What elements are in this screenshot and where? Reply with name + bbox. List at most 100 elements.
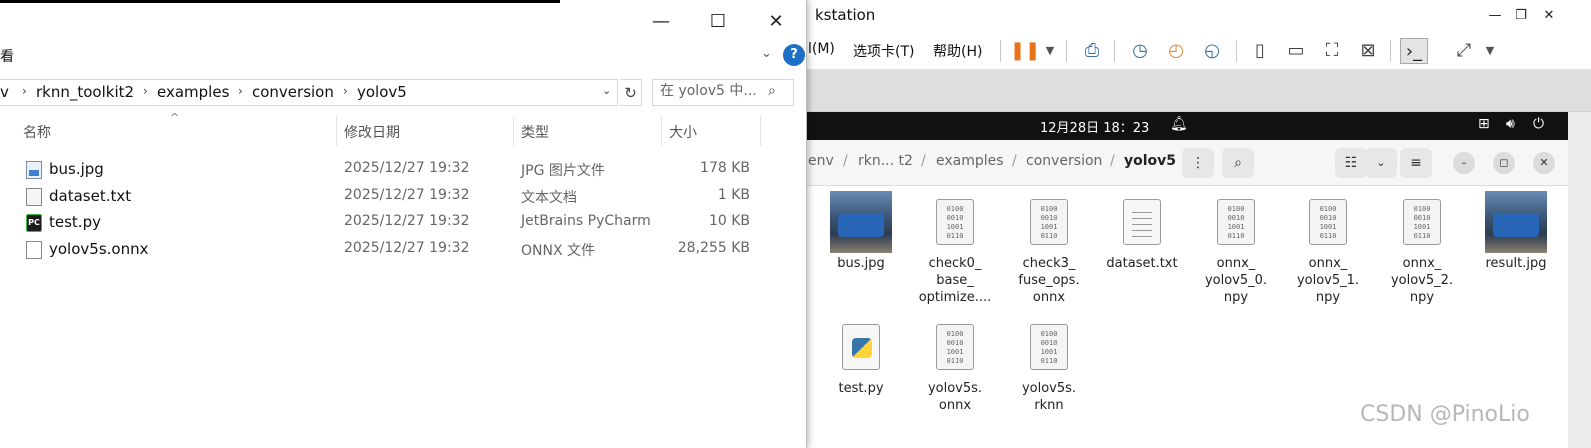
file-item[interactable]: 0100 0010 1001 0110 check3_ fuse_ops. onnx: [1004, 191, 1094, 306]
stretch-guest-icon[interactable]: ⤢: [1450, 38, 1478, 64]
revert-snapshot-icon[interactable]: ◴: [1162, 38, 1190, 64]
file-name-line: base_: [936, 273, 974, 288]
crumb-separator: /: [1012, 153, 1017, 169]
file-item[interactable]: 0100 0010 1001 0110 onnx_ yolov5_0. npy: [1191, 191, 1281, 306]
unity-mode-icon[interactable]: ⊠: [1354, 38, 1382, 64]
binary-glyph-line: 0010: [1319, 214, 1337, 222]
list-view-icon[interactable]: ☷: [1335, 148, 1367, 178]
file-name-line: onnx_: [1402, 256, 1442, 271]
vm-menu-view[interactable]: l(M): [808, 41, 835, 57]
address-crumb-conversion[interactable]: conversion: [252, 83, 334, 101]
column-divider[interactable]: [760, 116, 761, 146]
path-menu-icon[interactable]: ⋮: [1182, 148, 1214, 178]
power-icon[interactable]: ⏻: [1533, 116, 1544, 132]
chevron-right-icon[interactable]: ›: [22, 84, 27, 98]
file-size: 28,255 KB: [677, 239, 750, 256]
address-crumb-examples[interactable]: examples: [157, 83, 229, 101]
vm-menu-help[interactable]: 帮助(H): [933, 41, 982, 61]
ubuntu-clock[interactable]: 12月28日 18：23: [1040, 117, 1149, 136]
file-item[interactable]: bus.jpg: [816, 191, 906, 272]
binary-glyph-line: 0010: [1040, 339, 1058, 347]
binary-glyph-line: 0010: [1040, 214, 1058, 222]
file-size: 1 KB: [717, 186, 750, 203]
file-item[interactable]: 0100 0010 1001 0110 yolov5s. onnx: [910, 316, 1000, 414]
chevron-right-icon[interactable]: ›: [143, 84, 148, 98]
search-input[interactable]: [660, 83, 764, 99]
naut-search-icon[interactable]: ⌕: [1222, 148, 1254, 178]
address-crumb-env[interactable]: v: [0, 83, 9, 101]
file-item[interactable]: 0100 0010 1001 0110 onnx_ yolov5_1. npy: [1283, 191, 1373, 306]
chevron-right-icon[interactable]: ›: [343, 84, 348, 98]
sidebar-toggle-icon[interactable]: ▯: [1246, 38, 1274, 64]
file-item[interactable]: 0100 0010 1001 0110 yolov5s. rknn: [1004, 316, 1094, 414]
naut-close-icon[interactable]: ✕: [1533, 152, 1555, 174]
file-date: 2025/12/27 19:32: [344, 186, 470, 203]
crumb-separator: /: [843, 153, 848, 169]
pause-icon[interactable]: ❚❚: [1010, 38, 1040, 64]
binary-file-icon: 0100 0010 1001 0110: [1309, 199, 1347, 245]
column-divider[interactable]: [661, 116, 662, 146]
naut-minimize-icon[interactable]: –: [1453, 152, 1475, 174]
network-icon[interactable]: ⊞: [1478, 116, 1490, 132]
search-icon[interactable]: ⌕: [768, 83, 776, 99]
vm-menu-tabs[interactable]: 选项卡(T): [853, 41, 914, 61]
file-type: JPG 图片文件: [521, 163, 605, 179]
file-thumbnail: [830, 316, 892, 378]
naut-crumb-examples[interactable]: examples: [936, 153, 1004, 169]
column-header-name[interactable]: 名称: [23, 122, 51, 142]
naut-crumb-conversion[interactable]: conversion: [1026, 153, 1102, 169]
send-ctrl-alt-del-icon[interactable]: ⎙: [1078, 38, 1106, 64]
toolbar-separator: [1236, 40, 1237, 62]
naut-maximize-icon[interactable]: ◻: [1493, 152, 1515, 174]
binary-glyph-line: 1001: [1040, 223, 1058, 231]
ribbon-expand-chevron-icon[interactable]: ⌄: [761, 46, 772, 61]
vm-restore-icon[interactable]: ❐: [1506, 4, 1536, 28]
file-item[interactable]: 0100 0010 1001 0110 check0_ base_ optimize....: [910, 191, 1000, 306]
file-item[interactable]: result.jpg: [1471, 191, 1561, 272]
naut-crumb-yolov5[interactable]: yolov5: [1124, 153, 1176, 169]
file-name-line: npy: [1223, 290, 1249, 305]
file-name-line: onnx: [1032, 290, 1066, 305]
file-name-line: check3_: [1022, 256, 1076, 271]
file-date: 2025/12/27 19:32: [344, 160, 470, 176]
binary-glyph-line: 0100: [946, 330, 964, 338]
refresh-icon[interactable]: ↻: [620, 79, 642, 106]
explorer-window: — ☐ ✕ 看 ⌄ ? v › rknn_toolkit2 › examples…: [0, 0, 807, 448]
column-divider[interactable]: [513, 116, 514, 146]
address-history-dropdown-icon[interactable]: ⌄: [602, 84, 611, 97]
file-name-line: npy: [1409, 290, 1435, 305]
file-date: 2025/12/27 19:32: [344, 213, 470, 229]
thumbnail-bar-icon[interactable]: ▭: [1282, 38, 1310, 64]
stretch-dropdown-icon[interactable]: ▼: [1476, 38, 1504, 64]
close-icon[interactable]: ✕: [756, 8, 796, 36]
snapshot-manager-icon[interactable]: ◵: [1198, 38, 1226, 64]
help-icon[interactable]: ?: [783, 44, 805, 66]
address-crumb-rknn-toolkit2[interactable]: rknn_toolkit2: [36, 83, 134, 101]
binary-file-icon: 0100 0010 1001 0110: [1030, 324, 1068, 370]
column-divider[interactable]: [336, 116, 337, 146]
file-thumbnail: 0100 0010 1001 0110: [924, 316, 986, 378]
view-options-chevron-icon[interactable]: ⌄: [1365, 148, 1397, 178]
column-header-type[interactable]: 类型: [521, 122, 549, 142]
naut-crumb-toolkit[interactable]: rkn... t2: [858, 153, 913, 169]
fullscreen-icon[interactable]: ⛶: [1318, 38, 1346, 64]
vm-close-icon[interactable]: ✕: [1534, 4, 1564, 28]
volume-icon[interactable]: 🔊︎: [1506, 116, 1515, 132]
ribbon-tab-view[interactable]: 看: [0, 46, 14, 66]
notification-bell-icon[interactable]: 🔔︎: [1170, 116, 1188, 132]
file-item[interactable]: dataset.txt: [1097, 191, 1187, 272]
column-header-date[interactable]: 修改日期: [344, 122, 400, 142]
maximize-icon[interactable]: ☐: [698, 8, 738, 36]
file-item[interactable]: 0100 0010 1001 0110 onnx_ yolov5_2. npy: [1377, 191, 1467, 306]
pause-dropdown-icon[interactable]: ▼: [1036, 38, 1064, 64]
column-header-size[interactable]: 大小: [669, 122, 697, 142]
hamburger-menu-icon[interactable]: ≡: [1400, 148, 1432, 178]
address-crumb-yolov5[interactable]: yolov5: [357, 83, 407, 101]
chevron-right-icon[interactable]: ›: [238, 84, 243, 98]
file-name: onnx_ yolov5_2. npy: [1377, 255, 1467, 306]
file-item[interactable]: test.py: [816, 316, 906, 397]
snapshot-icon[interactable]: ◷: [1126, 38, 1154, 64]
naut-crumb-env[interactable]: env: [808, 153, 834, 169]
minimize-icon[interactable]: —: [641, 8, 681, 36]
console-view-icon[interactable]: ›_: [1400, 38, 1428, 64]
